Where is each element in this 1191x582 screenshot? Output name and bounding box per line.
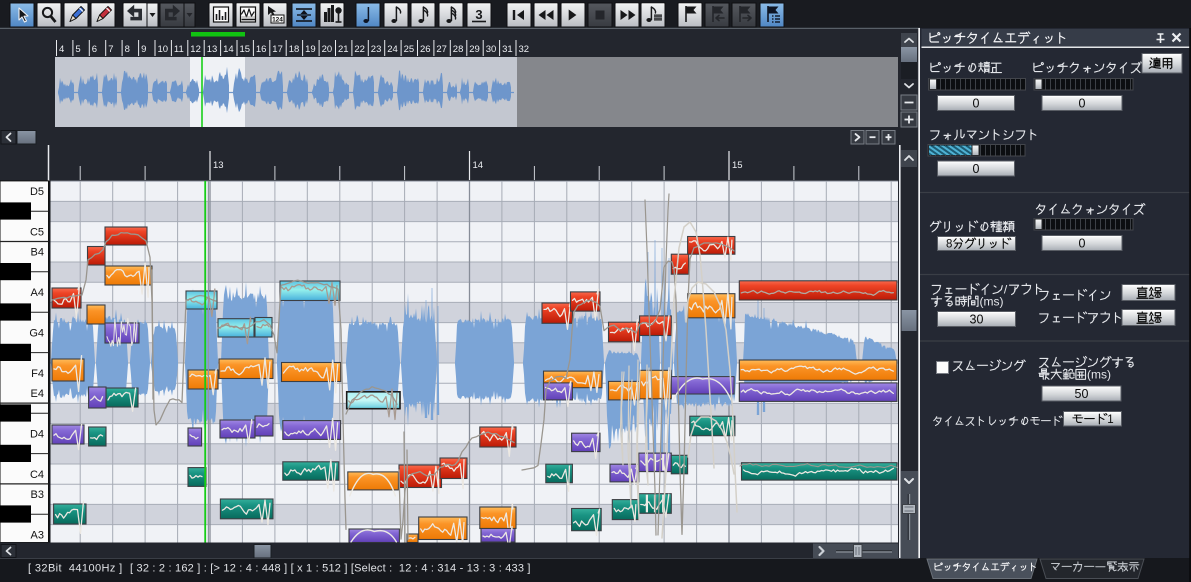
- svg-text:124: 124: [272, 17, 283, 24]
- svg-text:1: 1: [1107, 414, 1113, 426]
- svg-text:30: 30: [970, 313, 984, 327]
- svg-text:22: 22: [354, 44, 365, 55]
- svg-text:A3: A3: [31, 529, 44, 541]
- svg-text:8: 8: [946, 238, 952, 250]
- svg-text:D4: D4: [30, 428, 44, 440]
- svg-text:14: 14: [223, 44, 234, 55]
- svg-text:[ 32 : 2 : 162 ] : [> 12 : 4 :: [ 32 : 2 : 162 ] : [> 12 : 4 : 448 ] [ x…: [130, 563, 531, 575]
- svg-text:15: 15: [240, 44, 251, 55]
- svg-text:11: 11: [174, 44, 184, 55]
- svg-text:0: 0: [1079, 97, 1086, 111]
- svg-text:(ms): (ms): [1087, 367, 1111, 381]
- svg-text:28: 28: [453, 44, 464, 55]
- svg-text:10: 10: [158, 44, 169, 55]
- svg-text:3: 3: [475, 7, 482, 22]
- svg-text:5: 5: [75, 44, 80, 55]
- svg-text:29: 29: [469, 44, 480, 55]
- svg-text:27: 27: [436, 44, 447, 55]
- svg-text:30: 30: [486, 44, 497, 55]
- svg-text:17: 17: [272, 44, 283, 55]
- svg-text:E4: E4: [31, 388, 44, 400]
- svg-text:26: 26: [420, 44, 431, 55]
- svg-text:0: 0: [973, 162, 980, 176]
- svg-text:B3: B3: [31, 489, 44, 501]
- svg-text:[ 32Bit 44100Hz ]: [ 32Bit 44100Hz ]: [28, 563, 123, 575]
- svg-text:19: 19: [305, 44, 316, 55]
- svg-text:23: 23: [371, 44, 382, 55]
- svg-text:7: 7: [108, 44, 113, 55]
- svg-text:18: 18: [289, 44, 300, 55]
- svg-text:B4: B4: [31, 247, 44, 259]
- svg-text:50: 50: [1075, 387, 1089, 401]
- svg-text:24: 24: [387, 44, 398, 55]
- svg-text:14: 14: [473, 160, 484, 171]
- svg-text:4: 4: [59, 44, 64, 55]
- svg-text:(ms): (ms): [980, 294, 1004, 308]
- svg-text:13: 13: [213, 160, 224, 171]
- svg-text:8: 8: [125, 44, 130, 55]
- svg-text:A4: A4: [31, 287, 44, 299]
- svg-text:C5: C5: [30, 226, 44, 238]
- svg-text:C4: C4: [30, 469, 44, 481]
- svg-text:6: 6: [92, 44, 97, 55]
- svg-text:F4: F4: [31, 368, 44, 380]
- svg-text:0: 0: [1079, 237, 1086, 251]
- svg-text:G4: G4: [29, 327, 44, 339]
- svg-text:13: 13: [207, 44, 218, 55]
- svg-text:31: 31: [502, 44, 513, 55]
- svg-text:9: 9: [141, 44, 146, 55]
- svg-text:21: 21: [338, 44, 349, 55]
- svg-text:16: 16: [256, 44, 267, 55]
- svg-text:25: 25: [404, 44, 415, 55]
- svg-text:15: 15: [732, 160, 743, 171]
- svg-text:0: 0: [973, 97, 980, 111]
- svg-text:32: 32: [519, 44, 530, 55]
- svg-text:20: 20: [322, 44, 333, 55]
- svg-text:12: 12: [190, 44, 201, 55]
- svg-text:D5: D5: [30, 186, 44, 198]
